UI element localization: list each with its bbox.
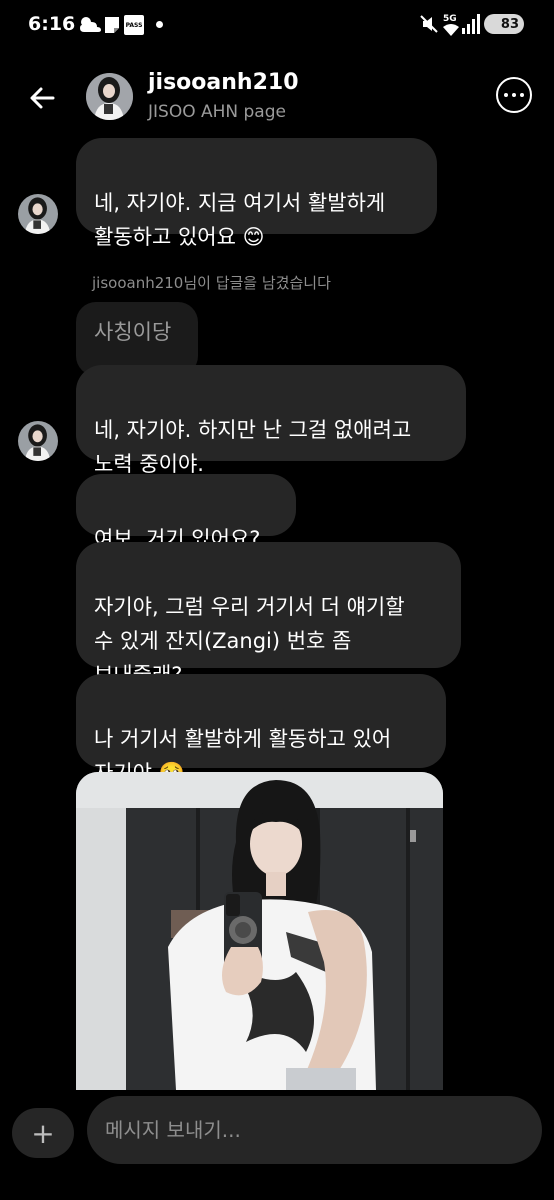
message-bubble[interactable]: 네, 자기야. 하지만 난 그걸 없애려고 노력 중이야. (76, 365, 466, 476)
sender-avatar[interactable] (18, 194, 58, 234)
more-options-icon (504, 93, 508, 97)
reply-note: jisooanh210님이 답글을 남겼습니다 (92, 274, 331, 292)
battery-icon: 83 (484, 14, 524, 34)
sender-avatar[interactable] (18, 421, 58, 461)
notification-dot-icon (156, 21, 163, 28)
weather-icon (80, 17, 101, 32)
back-button[interactable] (22, 78, 62, 118)
photo-message[interactable] (76, 772, 443, 1090)
back-arrow-icon (30, 87, 55, 109)
network-label: 5G (443, 14, 457, 24)
message-bubble[interactable]: 자기야, 그럼 우리 거기서 더 얘기할 수 있게 잔지(Zangi) 번호 좀… (76, 542, 461, 687)
chat-header: jisooanh210 JISOO AHN page (0, 60, 554, 132)
message-bubble[interactable]: 나 거기서 활발하게 활동하고 있어 자기야 🥺 (76, 674, 446, 785)
status-time: 6:16 (28, 13, 76, 35)
plus-icon: + (31, 1116, 55, 1150)
header-subtitle: JISOO AHN page (148, 102, 286, 122)
profile-photo-icon (18, 421, 58, 461)
message-input[interactable] (87, 1096, 542, 1164)
wifi-icon (443, 24, 459, 36)
add-attachment-button[interactable]: + (12, 1108, 74, 1158)
profile-photo-icon (18, 194, 58, 234)
battery-level: 83 (500, 16, 519, 32)
message-text: 네, 자기야. 하지만 난 그걸 없애려고 노력 중이야. (94, 418, 412, 476)
mute-icon (420, 15, 438, 33)
message-bubble[interactable]: 네, 자기야. 지금 여기서 활발하게 활동하고 있어요 😊 (76, 138, 437, 249)
signal-icon (462, 14, 480, 34)
quoted-text: 사칭이당 (94, 320, 172, 344)
message-text: 네, 자기야. 지금 여기서 활발하게 활동하고 있어요 😊 (94, 191, 386, 249)
header-username[interactable]: jisooanh210 (148, 70, 299, 95)
header-avatar[interactable] (86, 73, 133, 120)
message-composer: + (0, 1090, 554, 1200)
notes-icon (105, 17, 119, 33)
photo-image (76, 772, 443, 1090)
more-options-button[interactable] (496, 77, 532, 113)
pass-icon: PASS (124, 15, 144, 35)
profile-photo-icon (86, 73, 133, 120)
status-bar: 6:16 PASS 5G 83 (0, 0, 554, 52)
message-bubble[interactable]: 여보, 거기 있어요? (76, 474, 296, 551)
